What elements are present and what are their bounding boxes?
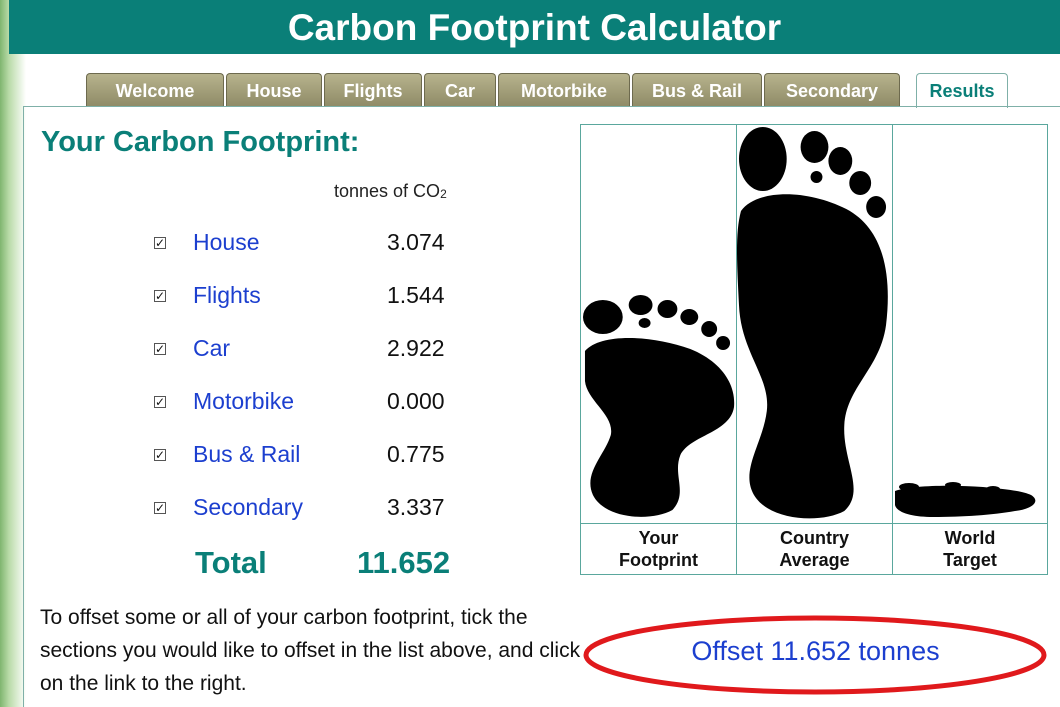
flights-value: 1.544 bbox=[387, 282, 445, 308]
flights-link[interactable]: Flights bbox=[193, 282, 261, 309]
world-target-column: World Target bbox=[893, 125, 1047, 574]
country-average-column: Country Average bbox=[737, 125, 893, 574]
house-value: 3.074 bbox=[387, 229, 445, 255]
tab-secondary[interactable]: Secondary bbox=[764, 73, 900, 106]
country-average-label-line1: Country bbox=[780, 528, 849, 548]
total-label: Total bbox=[195, 545, 267, 580]
offset-instructions: To offset some or all of your carbon foo… bbox=[40, 606, 581, 695]
tab-bar: Welcome House Flights Car Motorbike Bus … bbox=[86, 73, 1060, 108]
bus-rail-link[interactable]: Bus & Rail bbox=[193, 441, 300, 468]
flights-checkbox[interactable]: ✓ bbox=[154, 290, 166, 302]
world-target-icon bbox=[893, 125, 1047, 522]
tab-bus-rail[interactable]: Bus & Rail bbox=[632, 73, 762, 106]
secondary-value: 3.337 bbox=[387, 494, 445, 520]
secondary-checkbox[interactable]: ✓ bbox=[154, 502, 166, 514]
results-heading: Your Carbon Footprint: bbox=[41, 126, 360, 158]
motorbike-value: 0.000 bbox=[387, 388, 445, 414]
car-value: 2.922 bbox=[387, 335, 445, 361]
units-subscript: 2 bbox=[440, 187, 447, 201]
units-text: tonnes of CO bbox=[334, 181, 441, 201]
tab-divider bbox=[23, 106, 1060, 107]
result-row-bus-rail: ✓ Bus & Rail 0.775 bbox=[150, 441, 470, 471]
secondary-link[interactable]: Secondary bbox=[193, 494, 303, 521]
country-average-label-line2: Average bbox=[779, 550, 850, 570]
tab-motorbike[interactable]: Motorbike bbox=[498, 73, 630, 106]
result-row-car: ✓ Car 2.922 bbox=[150, 335, 470, 365]
bus-rail-value: 0.775 bbox=[387, 441, 445, 467]
country-average-label: Country Average bbox=[737, 523, 892, 574]
your-footprint-label: Your Footprint bbox=[581, 523, 736, 574]
bus-rail-checkbox[interactable]: ✓ bbox=[154, 449, 166, 461]
your-footprint-column: Your Footprint bbox=[581, 125, 737, 574]
tab-welcome[interactable]: Welcome bbox=[86, 73, 224, 106]
car-checkbox[interactable]: ✓ bbox=[154, 343, 166, 355]
tab-flights[interactable]: Flights bbox=[324, 73, 422, 106]
your-footprint-label-line1: Your bbox=[638, 528, 679, 548]
result-row-motorbike: ✓ Motorbike 0.000 bbox=[150, 388, 470, 418]
offset-link[interactable]: Offset 11.652 tonnes bbox=[582, 636, 1049, 667]
content-border bbox=[23, 106, 24, 707]
total-value: 11.652 bbox=[357, 545, 451, 580]
tab-house[interactable]: House bbox=[226, 73, 322, 106]
tab-car[interactable]: Car bbox=[424, 73, 496, 106]
motorbike-link[interactable]: Motorbike bbox=[193, 388, 294, 415]
world-target-label-line1: World bbox=[944, 528, 996, 548]
house-checkbox[interactable]: ✓ bbox=[154, 237, 166, 249]
country-average-icon bbox=[737, 125, 892, 522]
motorbike-checkbox[interactable]: ✓ bbox=[154, 396, 166, 408]
app-title: Carbon Footprint Calculator bbox=[9, 0, 1060, 54]
your-footprint-label-line2: Footprint bbox=[619, 550, 698, 570]
result-row-flights: ✓ Flights 1.544 bbox=[150, 282, 470, 312]
units-label: tonnes of CO2 bbox=[334, 181, 447, 202]
your-footprint-icon bbox=[581, 125, 736, 522]
calculator-window: Carbon Footprint Calculator Welcome Hous… bbox=[0, 0, 1060, 707]
result-row-secondary: ✓ Secondary 3.337 bbox=[150, 494, 470, 524]
world-target-label-line2: Target bbox=[943, 550, 997, 570]
world-target-label: World Target bbox=[893, 523, 1047, 574]
footprint-comparison: Your Footprint Country Average World Tar… bbox=[580, 124, 1048, 575]
tab-results[interactable]: Results bbox=[916, 73, 1008, 108]
house-link[interactable]: House bbox=[193, 229, 259, 256]
car-link[interactable]: Car bbox=[193, 335, 230, 362]
result-row-house: ✓ House 3.074 bbox=[150, 229, 470, 259]
